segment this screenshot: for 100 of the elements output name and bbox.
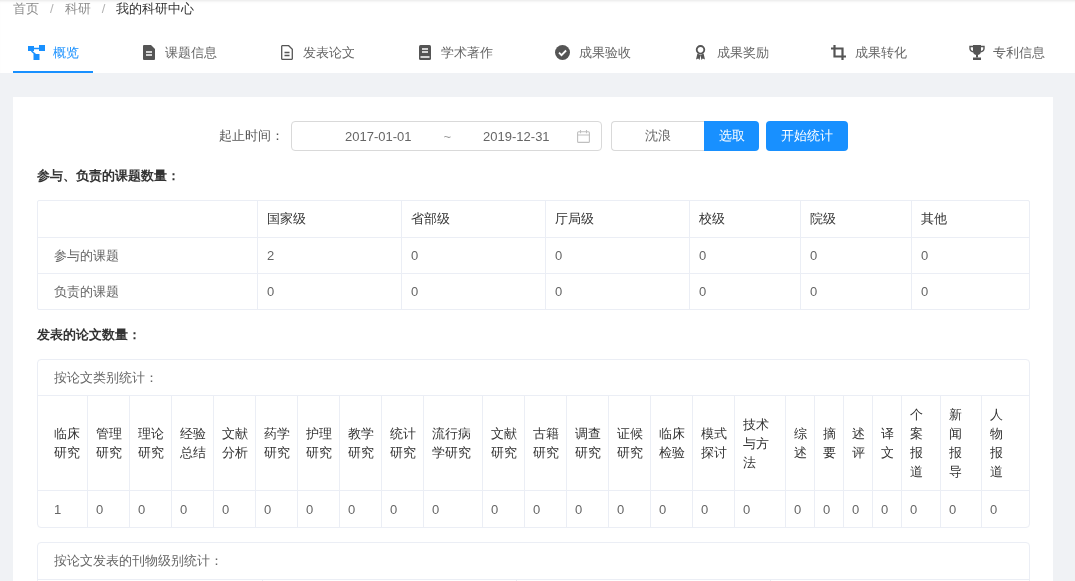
table-header-cell: 综述 <box>786 396 815 490</box>
date-range-picker[interactable]: 2017-01-01 ~ 2019-12-31 <box>291 121 602 151</box>
table-cell: 0 <box>815 491 844 527</box>
tab[interactable]: 专利信息 <box>953 34 1059 73</box>
tab[interactable]: 成果奖励 <box>677 34 783 73</box>
table-header-cell: 经验总结 <box>172 396 214 490</box>
table-cell: 0 <box>786 491 815 527</box>
table-cell: 0 <box>690 274 801 309</box>
table-cell-text: 0 <box>920 247 930 265</box>
table-header-cell: 管理研究 <box>88 396 130 490</box>
table-cell: 0 <box>402 238 546 273</box>
table-header-cell: 个案报道 <box>902 396 941 490</box>
check-circle-icon <box>555 45 570 60</box>
table-header-cell: 译文 <box>873 396 902 490</box>
medal-icon <box>695 45 706 60</box>
table-cell: 0 <box>567 491 609 527</box>
table-cell: 0 <box>172 491 214 527</box>
table-header-cell: 院级 <box>801 201 912 237</box>
start-date[interactable]: 2017-01-01 <box>345 128 412 144</box>
table-header-cell: 校级 <box>690 201 801 237</box>
table-cell: 0 <box>483 491 525 527</box>
table-cell: 0 <box>340 491 382 527</box>
table-header-cell-text: 其他 <box>920 210 948 228</box>
table-header-cell: 技术与方法 <box>735 396 786 490</box>
table-header-cell: 古籍研究 <box>525 396 567 490</box>
table-cell: 0 <box>801 274 912 309</box>
table-cell: 0 <box>844 491 873 527</box>
table-cell: 0 <box>546 238 690 273</box>
table-header-cell: 厅局级 <box>546 201 690 237</box>
document-icon <box>142 45 155 60</box>
table-header-cell: 统计研究 <box>382 396 424 490</box>
table-cell: 0 <box>525 491 567 527</box>
tab[interactable]: 成果转化 <box>815 34 921 73</box>
table-header-cell-text: 人物报道 <box>989 406 1004 481</box>
tab[interactable]: 学术著作 <box>401 34 507 73</box>
table-header-cell: 教学研究 <box>340 396 382 490</box>
nodes-icon <box>28 45 45 60</box>
table-header-cell: 文献分析 <box>214 396 256 490</box>
table-cell: 0 <box>651 491 693 527</box>
table-cell: 0 <box>258 274 402 309</box>
table-header-cell: 药学研究 <box>256 396 298 490</box>
table-cell: 0 <box>609 491 651 527</box>
tab[interactable]: 概览 <box>13 34 93 73</box>
table-header-cell: 新闻报导 <box>941 396 982 490</box>
table-cell: 0 <box>690 238 801 273</box>
table-cell: 0 <box>801 238 912 273</box>
table-cell: 0 <box>214 491 256 527</box>
table-cell: 0 <box>382 491 424 527</box>
table-cell-text: 0 <box>920 283 930 301</box>
breadcrumb-link[interactable]: 科研 <box>64 0 91 17</box>
section-title: 参与、负责的课题数量： <box>37 167 181 185</box>
row-label-cell: 负责的课题 <box>38 274 258 309</box>
breadcrumb-link[interactable]: 首页 <box>13 0 39 17</box>
table-header-cell: 护理研究 <box>298 396 340 490</box>
calendar-icon <box>577 129 590 143</box>
section-title: 发表的论文数量： <box>37 326 142 344</box>
table-cell: 0 <box>424 491 483 527</box>
table-header-cell: 文献研究 <box>483 396 525 490</box>
date-range-label: 起止时间： <box>219 127 284 145</box>
end-date[interactable]: 2019-12-31 <box>483 128 550 144</box>
table-cell-text: 0 <box>989 500 999 519</box>
start-statistics-button[interactable]: 开始统计 <box>766 121 848 151</box>
table-header-cell: 模式探讨 <box>693 396 735 490</box>
table-cell: 0 <box>941 491 982 527</box>
table-header-cell: 理论研究 <box>130 396 172 490</box>
table-cell: 0 <box>693 491 735 527</box>
tab[interactable]: 成果验收 <box>539 34 645 73</box>
table-cell: 0 <box>402 274 546 309</box>
range-separator: ~ <box>443 128 452 144</box>
table-header-cell: 省部级 <box>402 201 546 237</box>
breadcrumb-separator: / <box>101 0 106 17</box>
select-button[interactable]: 选取 <box>704 121 759 151</box>
table-header-cell: 临床研究 <box>38 396 88 490</box>
tab[interactable]: 课题信息 <box>125 34 231 73</box>
book-icon <box>418 45 431 60</box>
crop-icon <box>831 45 846 60</box>
table-cell: 1 <box>38 491 88 527</box>
table-cell: 0 <box>88 491 130 527</box>
table-header-cell: 述评 <box>844 396 873 490</box>
table-header-cell: 临床检验 <box>651 396 693 490</box>
table-cell: 0 <box>130 491 172 527</box>
table-header-cell: 调查研究 <box>567 396 609 490</box>
table-header-cell: 证候研究 <box>609 396 651 490</box>
table-cell: 0 <box>256 491 298 527</box>
tab[interactable]: 发表论文 <box>263 34 369 73</box>
table-cell: 2 <box>258 238 402 273</box>
table-cell: 0 <box>546 274 690 309</box>
breadcrumb-separator: / <box>50 0 54 17</box>
file-icon <box>280 45 293 60</box>
trophy-icon <box>968 45 985 60</box>
table-header-cell: 摘要 <box>815 396 844 490</box>
table-header-cell: 国家级 <box>258 201 402 237</box>
panel-title: 按论文发表的刊物级别统计： <box>38 543 1029 580</box>
table-cell: 0 <box>735 491 786 527</box>
breadcrumb-link[interactable]: 我的科研中心 <box>116 0 195 17</box>
panel-title: 按论文类别统计： <box>38 360 1029 396</box>
table-header-cell: 流行病学研究 <box>424 396 483 490</box>
table-cell: 0 <box>902 491 941 527</box>
row-label-cell: 参与的课题 <box>38 238 258 273</box>
table-cell: 0 <box>873 491 902 527</box>
